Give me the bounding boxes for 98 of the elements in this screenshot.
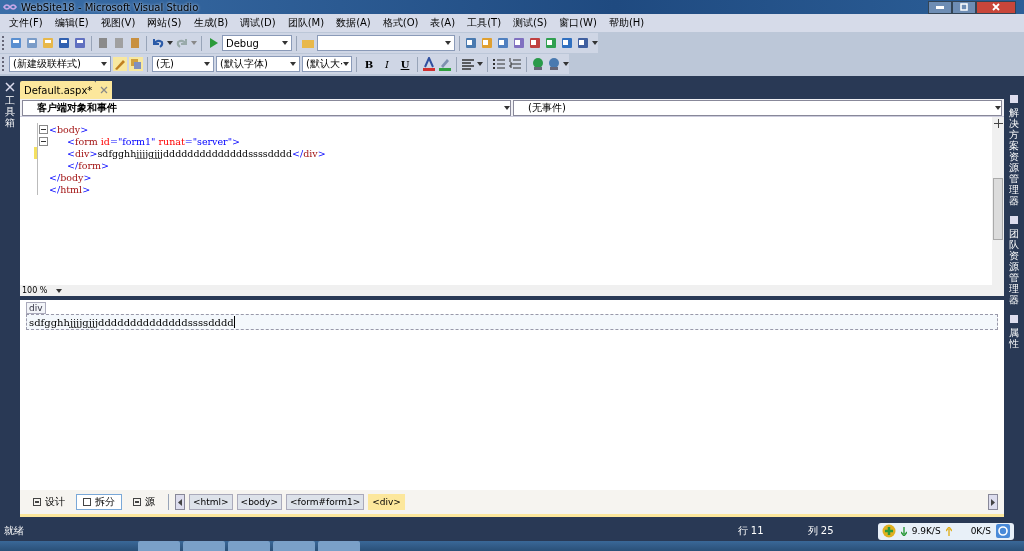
left-triangle-icon: [178, 498, 182, 506]
italic-button[interactable]: I: [379, 56, 395, 72]
underline-button[interactable]: U: [397, 56, 413, 72]
code-line: </html>: [49, 183, 91, 195]
window-title: WebSite18 - Microsoft Visual Studio: [21, 1, 199, 13]
highlighter-icon[interactable]: [438, 57, 452, 71]
block-format-dropdown[interactable]: (无): [152, 56, 214, 72]
panel-tab[interactable]: 属性: [1009, 327, 1019, 349]
app-logo-icon: [3, 3, 17, 11]
menu-item[interactable]: 生成(B): [187, 16, 235, 30]
close-icon[interactable]: [96, 81, 113, 99]
caret-icon[interactable]: [563, 62, 569, 66]
view-tab[interactable]: 拆分: [76, 494, 122, 510]
view-tab[interactable]: 源: [126, 494, 162, 510]
div-element[interactable]: sdfgghhjjjjgjjjddddddddddddddssssdddd: [26, 314, 998, 330]
caret-icon[interactable]: [477, 62, 483, 66]
collapse-icon[interactable]: [39, 136, 48, 146]
menu-item[interactable]: 帮助(H): [602, 16, 651, 30]
line-number: 行 11: [737, 524, 765, 538]
event-dropdown[interactable]: (无事件): [513, 100, 1002, 116]
tag-breadcrumb[interactable]: <div>: [368, 494, 405, 510]
code-line: </form>: [66, 159, 109, 171]
close-button[interactable]: [976, 0, 1016, 14]
upload-speed: 0K/S: [970, 526, 991, 536]
panel-icon: [1008, 313, 1020, 325]
caret-icon: [995, 106, 1001, 110]
maximize-button[interactable]: [952, 0, 976, 14]
plus-badge-icon: [881, 524, 896, 538]
layers-icon[interactable]: [129, 57, 143, 71]
split-icon[interactable]: [993, 119, 1003, 128]
find-dropdown[interactable]: [317, 35, 455, 51]
view-icon: [133, 498, 141, 506]
object-dropdown[interactable]: 客户端对象和事件: [22, 100, 511, 116]
bulleted-list-icon[interactable]: [492, 57, 506, 71]
menu-item[interactable]: 窗口(W): [553, 16, 603, 30]
caret-icon: [504, 106, 510, 110]
zoom-dropdown[interactable]: 100 %: [20, 286, 62, 295]
scroll-right-button[interactable]: [988, 494, 998, 510]
font-size-dropdown[interactable]: (默认大·: [302, 56, 352, 72]
up-arrow-icon: [945, 526, 952, 536]
align-icon[interactable]: [461, 57, 475, 71]
caret-icon: [290, 62, 296, 66]
code-line: <div>sdfgghhjjjjgjjjddddddddddddddssssdddd</div>: [66, 147, 326, 159]
caret-icon: [282, 41, 288, 45]
element-tag: div: [26, 302, 46, 314]
style-dropdown[interactable]: (新建级联样式): [9, 56, 111, 72]
tag-breadcrumb[interactable]: <form#form1>: [285, 494, 365, 510]
font-dropdown[interactable]: (默认字体): [216, 56, 300, 72]
caret-icon: [204, 62, 210, 66]
menu-item[interactable]: 网站(S): [141, 16, 188, 30]
panel-tab[interactable]: 解决方案资源管理器: [1009, 107, 1019, 206]
configuration-dropdown[interactable]: Debug: [222, 35, 292, 51]
toolbox-tab[interactable]: 工具箱: [5, 95, 15, 128]
code-line: <form id="form1" runat="server">: [66, 135, 240, 147]
menu-item[interactable]: 编辑(E): [48, 16, 95, 30]
down-arrow-icon: [900, 526, 907, 536]
panel-icon: [1008, 214, 1020, 226]
close-icon: [992, 3, 1000, 11]
undo-icon[interactable]: [151, 36, 165, 50]
pencil-icon[interactable]: [113, 57, 127, 71]
collapse-icon[interactable]: [39, 124, 48, 134]
caret-icon: [343, 62, 350, 66]
caret-icon[interactable]: [592, 41, 598, 45]
menu-item[interactable]: 测试(S): [507, 16, 554, 30]
menu-item[interactable]: 表(A): [424, 16, 462, 30]
panel-icon: [1008, 93, 1020, 105]
maximize-icon: [960, 3, 968, 11]
view-icon: [83, 498, 91, 506]
column-number: 列 25: [807, 524, 835, 538]
caret-icon[interactable]: [167, 41, 173, 45]
minimize-icon: [936, 5, 944, 9]
menu-item[interactable]: 格式(O): [376, 16, 425, 30]
caret-icon: [56, 288, 62, 293]
caret-icon: [445, 41, 451, 45]
menu-item[interactable]: 调试(D): [234, 16, 282, 30]
view-tab[interactable]: 设计: [26, 494, 72, 510]
font-color-icon[interactable]: [422, 57, 436, 71]
menu-item[interactable]: 团队(M): [281, 16, 331, 30]
tag-breadcrumb[interactable]: <html>: [189, 494, 233, 510]
code-line: </body>: [49, 171, 92, 183]
document-tab[interactable]: Default.aspx*: [20, 81, 97, 99]
menu-item[interactable]: 文件(F): [3, 16, 49, 30]
scrollbar-thumb[interactable]: [993, 178, 1003, 240]
code-line: <body>: [49, 123, 89, 135]
panel-tab[interactable]: 团队资源管理器: [1009, 228, 1019, 305]
scroll-left-button[interactable]: [175, 494, 185, 510]
window-icon[interactable]: [9, 36, 23, 50]
bold-button[interactable]: B: [361, 56, 377, 72]
caret-icon: [101, 62, 107, 66]
minimize-button[interactable]: [928, 0, 952, 14]
menu-item[interactable]: 工具(T): [461, 16, 508, 30]
menu-item[interactable]: 视图(V): [94, 16, 142, 30]
status-text: 就绪: [4, 524, 24, 538]
right-triangle-icon: [991, 498, 995, 506]
download-speed: 9.9K/S: [911, 526, 941, 536]
menu-item[interactable]: 数据(A): [330, 16, 377, 30]
view-icon: [33, 498, 41, 506]
tag-breadcrumb[interactable]: <body>: [236, 494, 282, 510]
